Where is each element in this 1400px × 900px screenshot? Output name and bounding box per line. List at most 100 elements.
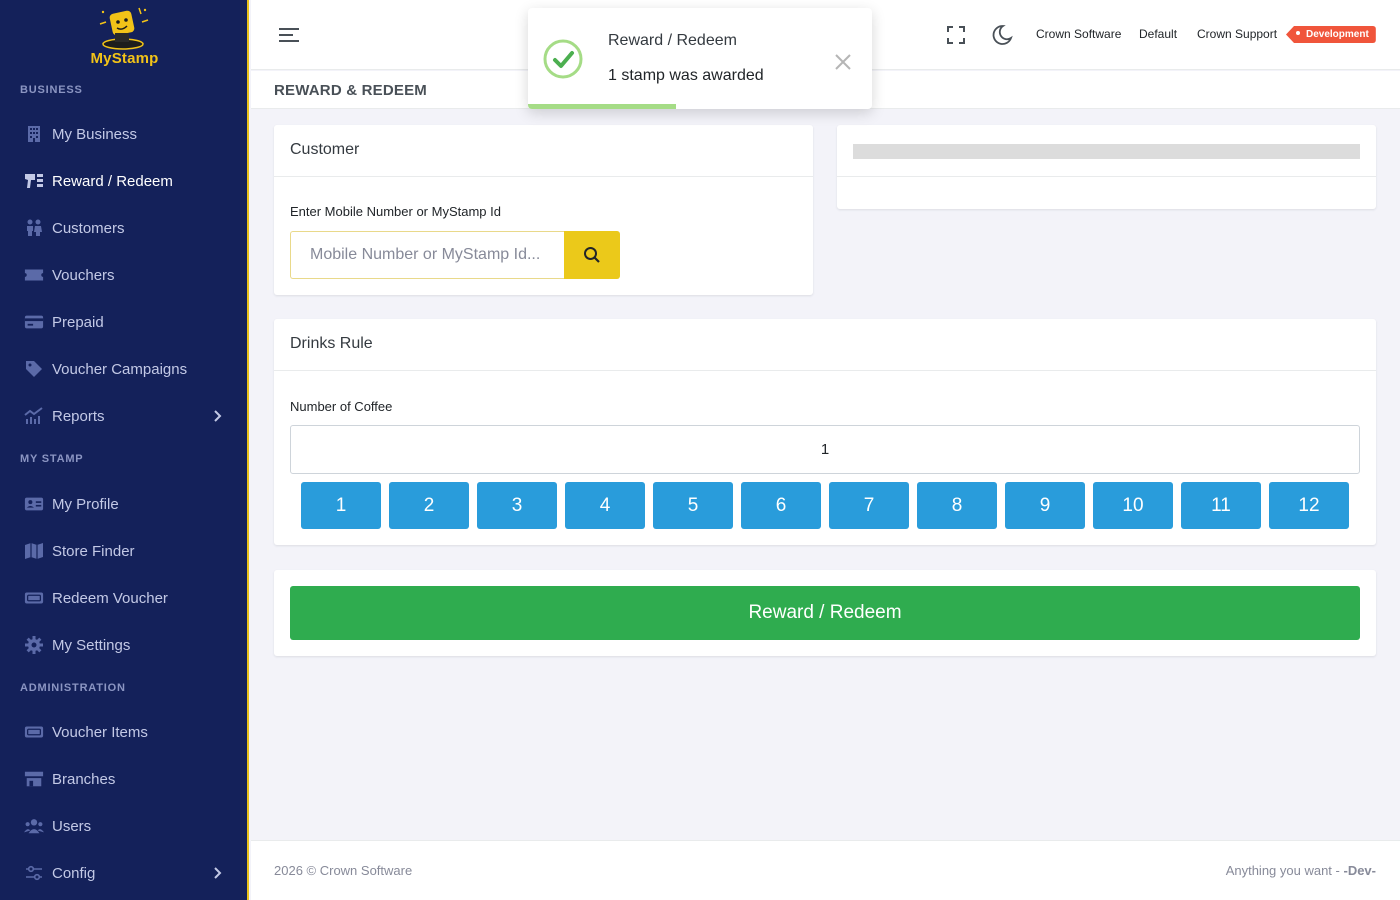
gear-icon xyxy=(24,635,44,655)
quantity-button-1[interactable]: 1 xyxy=(301,482,381,529)
drinks-rule-card: Drinks Rule Number of Coffee 1 1 2 3 4 5… xyxy=(274,319,1376,545)
sidebar-item-label: Users xyxy=(52,817,92,835)
sidebar-item-label: Redeem Voucher xyxy=(52,589,168,607)
menu-section-my-stamp: MY STAMP xyxy=(20,453,84,465)
sidebar-item-label: Reward / Redeem xyxy=(52,172,173,190)
quantity-button-10[interactable]: 10 xyxy=(1093,482,1173,529)
loading-placeholder xyxy=(853,144,1360,159)
sidebar-item-config[interactable]: Config xyxy=(0,853,247,893)
quantity-button-4[interactable]: 4 xyxy=(565,482,645,529)
user-link[interactable]: Crown Support xyxy=(1197,27,1277,41)
quantity-button-2[interactable]: 2 xyxy=(389,482,469,529)
sidebar-item-users[interactable]: Users xyxy=(0,806,247,846)
toast-progress-bar xyxy=(528,104,676,109)
sidebar-item-voucher-items[interactable]: Voucher Items xyxy=(0,712,247,752)
quantity-button-12[interactable]: 12 xyxy=(1269,482,1349,529)
customer-card: Customer Enter Mobile Number or MyStamp … xyxy=(274,125,813,295)
users-icon xyxy=(24,218,44,238)
chevron-right-icon xyxy=(214,867,222,879)
hamburger-menu-icon[interactable] xyxy=(278,25,300,45)
environment-badge-label: Development xyxy=(1306,29,1369,40)
sidebar-item-label: Voucher Items xyxy=(52,723,148,741)
credit-card-icon xyxy=(24,312,44,332)
sidebar-item-label: Reports xyxy=(52,407,105,425)
coffee-count-input[interactable]: 1 xyxy=(290,425,1360,474)
store-icon xyxy=(24,769,44,789)
map-icon xyxy=(24,541,44,561)
id-card-icon xyxy=(24,494,44,514)
page-title: REWARD & REDEEM xyxy=(274,82,428,99)
brand-name: MyStamp xyxy=(90,50,159,67)
sidebar-item-label: Config xyxy=(52,864,96,882)
menu-section-administration: ADMINISTRATION xyxy=(20,682,126,694)
close-icon[interactable] xyxy=(833,52,853,72)
footer-tagline: Anything you want - -Dev- xyxy=(1226,863,1376,878)
footer-copyright: 2026 © Crown Software xyxy=(274,863,413,878)
ticket-icon xyxy=(24,265,44,285)
quantity-button-5[interactable]: 5 xyxy=(653,482,733,529)
chart-icon xyxy=(24,406,44,426)
footer-env: -Dev- xyxy=(1343,863,1376,878)
sidebar-item-label: My Business xyxy=(52,125,138,143)
quantity-button-7[interactable]: 7 xyxy=(829,482,909,529)
success-toast: Reward / Redeem 1 stamp was awarded xyxy=(528,8,872,109)
card-divider xyxy=(837,176,1376,177)
quantity-button-3[interactable]: 3 xyxy=(477,482,557,529)
sidebar-item-reports[interactable]: Reports xyxy=(0,396,247,436)
branch-link[interactable]: Default xyxy=(1139,27,1177,41)
company-link[interactable]: Crown Software xyxy=(1036,27,1121,41)
sidebar-item-voucher-campaigns[interactable]: Voucher Campaigns xyxy=(0,349,247,389)
customer-card-title: Customer xyxy=(274,125,813,177)
fullscreen-icon[interactable] xyxy=(946,25,966,45)
sidebar-item-vouchers[interactable]: Vouchers xyxy=(0,255,247,295)
sidebar-item-label: Branches xyxy=(52,770,116,788)
sidebar-item-redeem-voucher[interactable]: Redeem Voucher xyxy=(0,578,247,618)
sidebar-item-my-profile[interactable]: My Profile xyxy=(0,484,247,524)
sidebar-item-label: Voucher Campaigns xyxy=(52,360,188,378)
quantity-button-6[interactable]: 6 xyxy=(741,482,821,529)
sidebar-item-prepaid[interactable]: Prepaid xyxy=(0,302,247,342)
coffee-count-label: Number of Coffee xyxy=(290,399,393,414)
quantity-button-11[interactable]: 11 xyxy=(1181,482,1261,529)
search-icon xyxy=(584,247,600,263)
customer-details-card xyxy=(837,125,1376,209)
ticket-icon xyxy=(24,722,44,742)
quantity-button-8[interactable]: 8 xyxy=(917,482,997,529)
toast-title: Reward / Redeem xyxy=(608,32,737,49)
reward-redeem-button[interactable]: Reward / Redeem xyxy=(290,586,1360,640)
sidebar-item-store-finder[interactable]: Store Finder xyxy=(0,531,247,571)
chevron-right-icon xyxy=(214,410,222,422)
footer: 2026 © Crown Software Anything you want … xyxy=(251,840,1400,900)
customer-search-input[interactable] xyxy=(290,231,564,279)
menu-section-business: BUSINESS xyxy=(20,84,83,96)
sliders-icon xyxy=(24,863,44,883)
mystamp-logo-icon xyxy=(99,7,149,50)
search-button[interactable] xyxy=(564,231,620,279)
sidebar: MyStamp BUSINESS My Business Reward / Re… xyxy=(0,0,249,900)
sidebar-item-branches[interactable]: Branches xyxy=(0,759,247,799)
moon-icon[interactable] xyxy=(991,24,1013,46)
sidebar-item-my-settings[interactable]: My Settings xyxy=(0,625,247,665)
sidebar-item-my-business[interactable]: My Business xyxy=(0,114,247,154)
brand-logo[interactable]: MyStamp xyxy=(0,0,247,72)
submit-card: Reward / Redeem xyxy=(274,570,1376,656)
sidebar-item-label: Vouchers xyxy=(52,266,115,284)
sidebar-item-reward-redeem[interactable]: Reward / Redeem xyxy=(0,161,247,201)
environment-badge: Development xyxy=(1286,26,1376,43)
sidebar-item-label: Store Finder xyxy=(52,542,135,560)
customer-search-label: Enter Mobile Number or MyStamp Id xyxy=(290,204,501,219)
ticket-icon xyxy=(24,588,44,608)
tag-icon xyxy=(24,359,44,379)
building-icon xyxy=(24,124,44,144)
sidebar-item-label: My Profile xyxy=(52,495,119,513)
users-icon xyxy=(24,816,44,836)
dot-icon xyxy=(1296,31,1300,36)
toast-message: 1 stamp was awarded xyxy=(608,67,764,84)
sidebar-item-label: Prepaid xyxy=(52,313,104,331)
quantity-button-9[interactable]: 9 xyxy=(1005,482,1085,529)
success-check-icon xyxy=(543,39,583,79)
drinks-rule-title: Drinks Rule xyxy=(274,319,1376,371)
footer-tagline-text: Anything you want - xyxy=(1225,863,1344,878)
sidebar-item-customers[interactable]: Customers xyxy=(0,208,247,248)
sidebar-item-label: My Settings xyxy=(52,636,131,654)
